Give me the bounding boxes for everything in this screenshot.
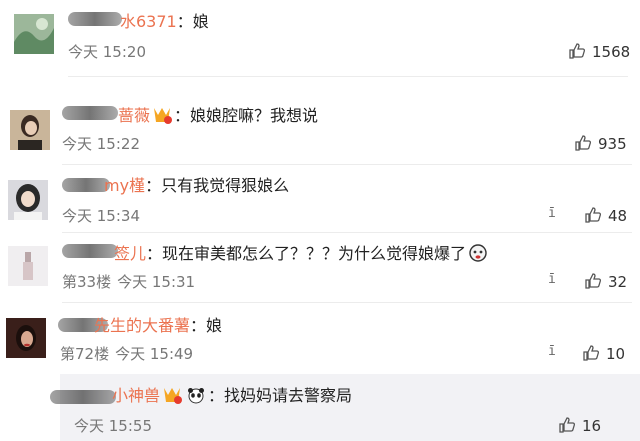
comment-item: my槿：只有我觉得狠娘么 今天 15:34 ī 48 bbox=[0, 166, 640, 233]
comment-text: ：只有我觉得狠娘么 bbox=[145, 176, 290, 195]
username-link[interactable]: my槿 bbox=[104, 176, 145, 195]
redacted-name-mark bbox=[62, 106, 118, 120]
divider bbox=[62, 164, 632, 165]
like-count: 48 bbox=[608, 207, 628, 225]
like-button[interactable]: 16 bbox=[558, 416, 601, 436]
avatar[interactable] bbox=[8, 246, 48, 286]
like-count: 16 bbox=[582, 417, 602, 435]
comment-meta: 今天 15:22 bbox=[62, 134, 140, 154]
reply-meta: 今天 15:55 bbox=[74, 416, 152, 436]
comment-line: my槿：只有我觉得狠娘么 bbox=[104, 176, 289, 196]
thumbs-up-icon bbox=[583, 345, 600, 361]
username-link[interactable]: 水6371 bbox=[120, 12, 177, 31]
comment-item: 签儿：现在审美都怎么了？？？为什么觉得娘爆了 第33楼 今天 15:31 ī 32 bbox=[0, 236, 640, 306]
redacted-name-mark bbox=[62, 244, 118, 258]
avatar[interactable] bbox=[6, 318, 46, 358]
like-button[interactable]: 32 bbox=[584, 272, 627, 292]
floor-number: 第33楼 bbox=[62, 273, 112, 291]
comment-text: ：娘娘腔嘛？我想说 bbox=[174, 106, 319, 125]
like-count: 1568 bbox=[592, 43, 631, 61]
like-count: 10 bbox=[606, 345, 626, 363]
floor-number: 第72楼 bbox=[60, 345, 110, 363]
thumbs-up-icon bbox=[569, 43, 586, 59]
panda-emoji-icon bbox=[188, 388, 205, 404]
comment-item: 蔷薇 ：娘娘腔嘛？我想说 今天 15:22 935 bbox=[0, 92, 640, 168]
thumbs-up-icon bbox=[585, 273, 602, 289]
divider bbox=[62, 302, 632, 303]
vip-badge-icon bbox=[164, 388, 183, 404]
report-icon[interactable]: ī bbox=[548, 272, 556, 287]
username-link[interactable]: 蔷薇 bbox=[118, 106, 150, 125]
reply-line: 小神兽 ：找妈妈请去警察局 bbox=[112, 386, 352, 406]
username-link[interactable]: 签儿 bbox=[114, 244, 146, 263]
like-count: 32 bbox=[608, 273, 628, 291]
timestamp: 今天 15:55 bbox=[74, 417, 152, 435]
username-link[interactable]: 先生的大番薯 bbox=[94, 316, 190, 335]
comment-meta: 第33楼 今天 15:31 bbox=[62, 272, 195, 292]
timestamp: 今天 15:49 bbox=[115, 345, 194, 363]
like-count: 935 bbox=[598, 135, 627, 153]
thumbs-up-icon bbox=[559, 417, 576, 433]
report-icon[interactable]: ī bbox=[548, 344, 556, 359]
timestamp: 今天 15:31 bbox=[117, 273, 196, 291]
redacted-name-mark bbox=[62, 178, 110, 192]
like-button[interactable]: 10 bbox=[582, 344, 625, 364]
vip-badge-icon bbox=[154, 108, 173, 124]
divider bbox=[68, 76, 628, 77]
redacted-name-mark bbox=[50, 390, 116, 404]
timestamp: 今天 15:34 bbox=[62, 207, 140, 225]
comment-item: 先生的大番薯：娘 第72楼 今天 15:49 ī 10 bbox=[0, 308, 640, 372]
comment-line: 签儿：现在审美都怎么了？？？为什么觉得娘爆了 bbox=[114, 244, 490, 264]
thumbs-up-icon bbox=[585, 207, 602, 223]
timestamp: 今天 15:20 bbox=[68, 43, 146, 61]
comment-text: ：娘 bbox=[190, 316, 223, 335]
redacted-name-mark bbox=[68, 12, 122, 26]
divider bbox=[62, 232, 632, 233]
timestamp: 今天 15:22 bbox=[62, 135, 140, 153]
username-link[interactable]: 小神兽 bbox=[112, 386, 160, 405]
comment-meta: 第72楼 今天 15:49 bbox=[60, 344, 193, 364]
like-button[interactable]: 1568 bbox=[568, 42, 630, 62]
reply-box: 小神兽 ：找妈妈请去警察局 今天 15:55 16 bbox=[50, 374, 640, 441]
comment-text: ：现在审美都怎么了？？？为什么觉得娘爆了 bbox=[146, 244, 467, 263]
report-icon[interactable]: ī bbox=[548, 206, 556, 221]
comment-line: 蔷薇 ：娘娘腔嘛？我想说 bbox=[118, 106, 318, 126]
avatar[interactable] bbox=[8, 180, 48, 220]
comment-line: 先生的大番薯：娘 bbox=[94, 316, 222, 336]
comment-text: ：娘 bbox=[176, 12, 209, 31]
comment-line: 水6371：娘 bbox=[120, 12, 209, 32]
like-button[interactable]: 935 bbox=[574, 134, 627, 154]
reply-text: ：找妈妈请去警察局 bbox=[208, 386, 353, 405]
avatar[interactable] bbox=[10, 110, 50, 150]
like-button[interactable]: 48 bbox=[584, 206, 627, 226]
comment-meta: 今天 15:34 bbox=[62, 206, 140, 226]
face-emoji-icon bbox=[469, 244, 487, 262]
comment-meta: 今天 15:20 bbox=[68, 42, 146, 62]
comment-item: 水6371：娘 今天 15:20 1568 bbox=[0, 0, 640, 78]
avatar[interactable] bbox=[14, 14, 54, 54]
thumbs-up-icon bbox=[575, 135, 592, 151]
